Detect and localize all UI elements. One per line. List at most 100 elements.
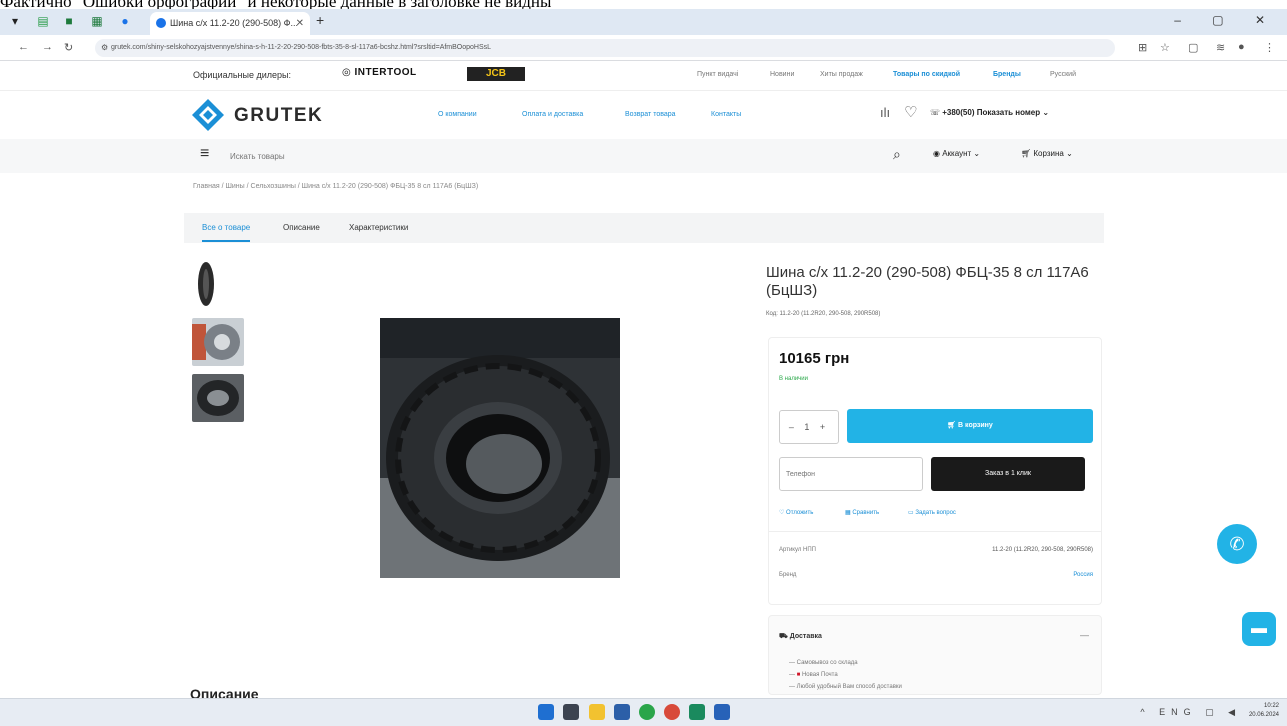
toplink-pickup[interactable]: Пункт видачі <box>697 71 738 78</box>
language-selector[interactable]: Русский <box>1050 71 1076 78</box>
windows-start-icon[interactable] <box>538 704 554 720</box>
dealers-label: Официальные дилеры: <box>193 70 292 80</box>
translate-icon[interactable]: ⊞ <box>1138 41 1147 54</box>
intertool-logo[interactable]: ◎ INTERTOOL <box>342 67 417 78</box>
toplink-bestsellers[interactable]: Хиты продаж <box>820 71 863 78</box>
search-icon[interactable]: ⌕ <box>893 146 901 163</box>
thumbnail-3[interactable] <box>192 374 244 422</box>
chat-icon: ▬ <box>1251 620 1267 637</box>
clock[interactable]: 10:22 20.06.2024 <box>1249 702 1279 720</box>
site-header: GRUTEK О компании Оплата и доставка Возв… <box>0 91 1287 139</box>
delivery-item-nova-poshta: Новая Почта <box>801 672 838 678</box>
product-tabs: Все о товаре Описание Характеристики <box>184 213 1104 243</box>
url-text: grutek.com/shiny-selskohozyajstvennye/sh… <box>111 44 492 51</box>
phone-text: +380(50) Показать номер <box>942 108 1041 117</box>
bookmark-star-icon[interactable]: ☆ <box>1160 41 1170 54</box>
product-price: 10165 грн <box>779 350 850 367</box>
chat-button[interactable]: ▬ <box>1242 612 1276 646</box>
tab-characteristics[interactable]: Характеристики <box>349 223 408 232</box>
delivery-title-text: Доставка <box>789 633 822 640</box>
store-icon[interactable] <box>614 704 630 720</box>
spec-key-brand: Бренд <box>779 572 797 578</box>
account-button[interactable]: ◉ Аккаунт ⌄ <box>933 149 980 158</box>
workspace-icon[interactable]: ▤ <box>36 14 50 28</box>
account-avatar-icon[interactable]: ● <box>1238 41 1245 53</box>
thumbnail-1[interactable] <box>192 260 244 308</box>
nova-poshta-icon: ■ <box>796 672 801 678</box>
more-menu-icon[interactable]: ⋮ <box>1264 41 1275 54</box>
delivery-item-any: Любой удобный Вам способ доставки <box>796 684 902 690</box>
nav-returns[interactable]: Возврат товара <box>625 111 676 118</box>
save-for-later-link[interactable]: ♡ Отложить <box>779 509 813 516</box>
profile-icon[interactable]: ≋ <box>1216 41 1225 54</box>
product-code: Код: 11.2-20 (11.2R20, 290-508, 290R508) <box>766 311 881 317</box>
edge-icon[interactable] <box>639 704 655 720</box>
delivery-item: — ■ Новая Почта <box>789 672 838 678</box>
breadcrumb[interactable]: Главная / Шины / Сельхозшины / Шина с/х … <box>193 183 478 190</box>
extensions-icon[interactable]: ▢ <box>1188 41 1198 54</box>
tab-close-icon[interactable]: ✕ <box>296 12 304 35</box>
quantity-stepper[interactable]: – 1 + <box>779 410 839 444</box>
tab-menu-icon[interactable]: ▾ <box>8 14 22 28</box>
window-controls[interactable]: – ▢ ✕ <box>1174 13 1279 27</box>
product-main-image[interactable] <box>380 318 620 578</box>
nav-about[interactable]: О компании <box>438 111 477 118</box>
menu-hamburger-icon[interactable]: ≡ <box>200 145 209 163</box>
vertical-tabs-icon[interactable]: ● <box>118 14 132 28</box>
delivery-title[interactable]: ⛟ Доставка <box>779 632 822 641</box>
phone-number[interactable]: ☏ +380(50) Показать номер ⌄ <box>930 108 1049 117</box>
url-field[interactable]: ⚙ grutek.com/shiny-selskohozyajstvennye/… <box>95 39 1115 57</box>
tire-thumb-front <box>192 318 244 366</box>
delivery-panel: ⛟ Доставка — — Самовывоз со склада — ■ Н… <box>768 615 1102 695</box>
new-tab-button[interactable]: + <box>316 12 324 28</box>
spec-value-brand[interactable]: Россия <box>1073 572 1093 578</box>
site-info-icon[interactable]: ⚙ <box>101 39 108 57</box>
tab-title: Шина с/х 11.2-20 (290-508) Ф... <box>170 18 298 28</box>
phone-field[interactable] <box>779 457 923 491</box>
task-view-icon[interactable] <box>563 704 579 720</box>
heart-icon[interactable]: ♡ <box>904 103 917 121</box>
collections-icon[interactable]: ■ <box>62 14 76 28</box>
toplink-brands[interactable]: Бренды <box>993 71 1021 78</box>
order-one-click-button[interactable]: Заказ в 1 клик <box>931 457 1085 491</box>
forward-icon[interactable]: → <box>42 41 53 53</box>
call-button[interactable]: ✆ <box>1217 524 1257 564</box>
cart-icon: 🛒︎ <box>947 422 957 429</box>
collapse-icon[interactable]: — <box>1080 630 1089 640</box>
browser-tab-active[interactable]: Шина с/х 11.2-20 (290-508) Ф... ✕ <box>150 12 310 35</box>
back-icon[interactable]: ← <box>18 41 29 53</box>
dealer-bar: Официальные дилеры: ◎ INTERTOOL JCB Пунк… <box>0 61 1287 91</box>
cart-button[interactable]: 🛒︎ Корзина ⌄ <box>1021 149 1073 158</box>
buy-box: 10165 грн В наличии – 1 + 🛒︎ В корзину З… <box>768 337 1102 605</box>
clock-date: 20.06.2024 <box>1248 712 1279 718</box>
nav-payment-delivery[interactable]: Оплата и доставка <box>522 111 583 118</box>
tab-all-about[interactable]: Все о товаре <box>202 223 251 242</box>
divider <box>769 531 1101 532</box>
sheets-app-icon[interactable] <box>689 704 705 720</box>
nav-contacts[interactable]: Контакты <box>711 111 741 118</box>
address-bar-row: ← → ↻ ⚙ grutek.com/shiny-selskohozyajstv… <box>0 35 1287 61</box>
reload-icon[interactable]: ↻ <box>64 41 73 54</box>
search-input[interactable] <box>230 146 870 166</box>
delivery-item: — Самовывоз со склада <box>789 660 858 666</box>
grutek-logo-icon[interactable] <box>192 99 224 131</box>
brand-name[interactable]: GRUTEK <box>234 105 323 127</box>
compare-icon[interactable]: ılı <box>880 105 890 120</box>
system-tray[interactable]: ^ ENG ▢ ◀ <box>1140 707 1241 718</box>
chrome-icon[interactable] <box>664 704 680 720</box>
thumbnail-2[interactable] <box>192 318 244 366</box>
tab-description[interactable]: Описание <box>283 223 320 232</box>
compare-link[interactable]: ▦ Сравнить <box>845 509 879 516</box>
search-row: ≡ ⌕ ◉ Аккаунт ⌄ 🛒︎ Корзина ⌄ <box>0 139 1287 173</box>
add-to-cart-button[interactable]: 🛒︎ В корзину <box>847 409 1093 443</box>
save-for-later-label: Отложить <box>786 510 814 516</box>
toplink-news[interactable]: Новини <box>770 71 794 78</box>
jcb-logo[interactable]: JCB <box>467 67 525 81</box>
ask-question-link[interactable]: ▭ Задать вопрос <box>908 509 956 516</box>
spec-value-article: 11.2-20 (11.2R20, 290-508, 290R508) <box>992 547 1093 553</box>
file-explorer-icon[interactable] <box>589 704 605 720</box>
toplink-discounts[interactable]: Товары по скидкой <box>893 71 960 78</box>
word-app-icon[interactable] <box>714 704 730 720</box>
sheets-icon[interactable]: ▦ <box>90 14 104 28</box>
delivery-item-pickup: Самовывоз со склада <box>796 660 858 666</box>
